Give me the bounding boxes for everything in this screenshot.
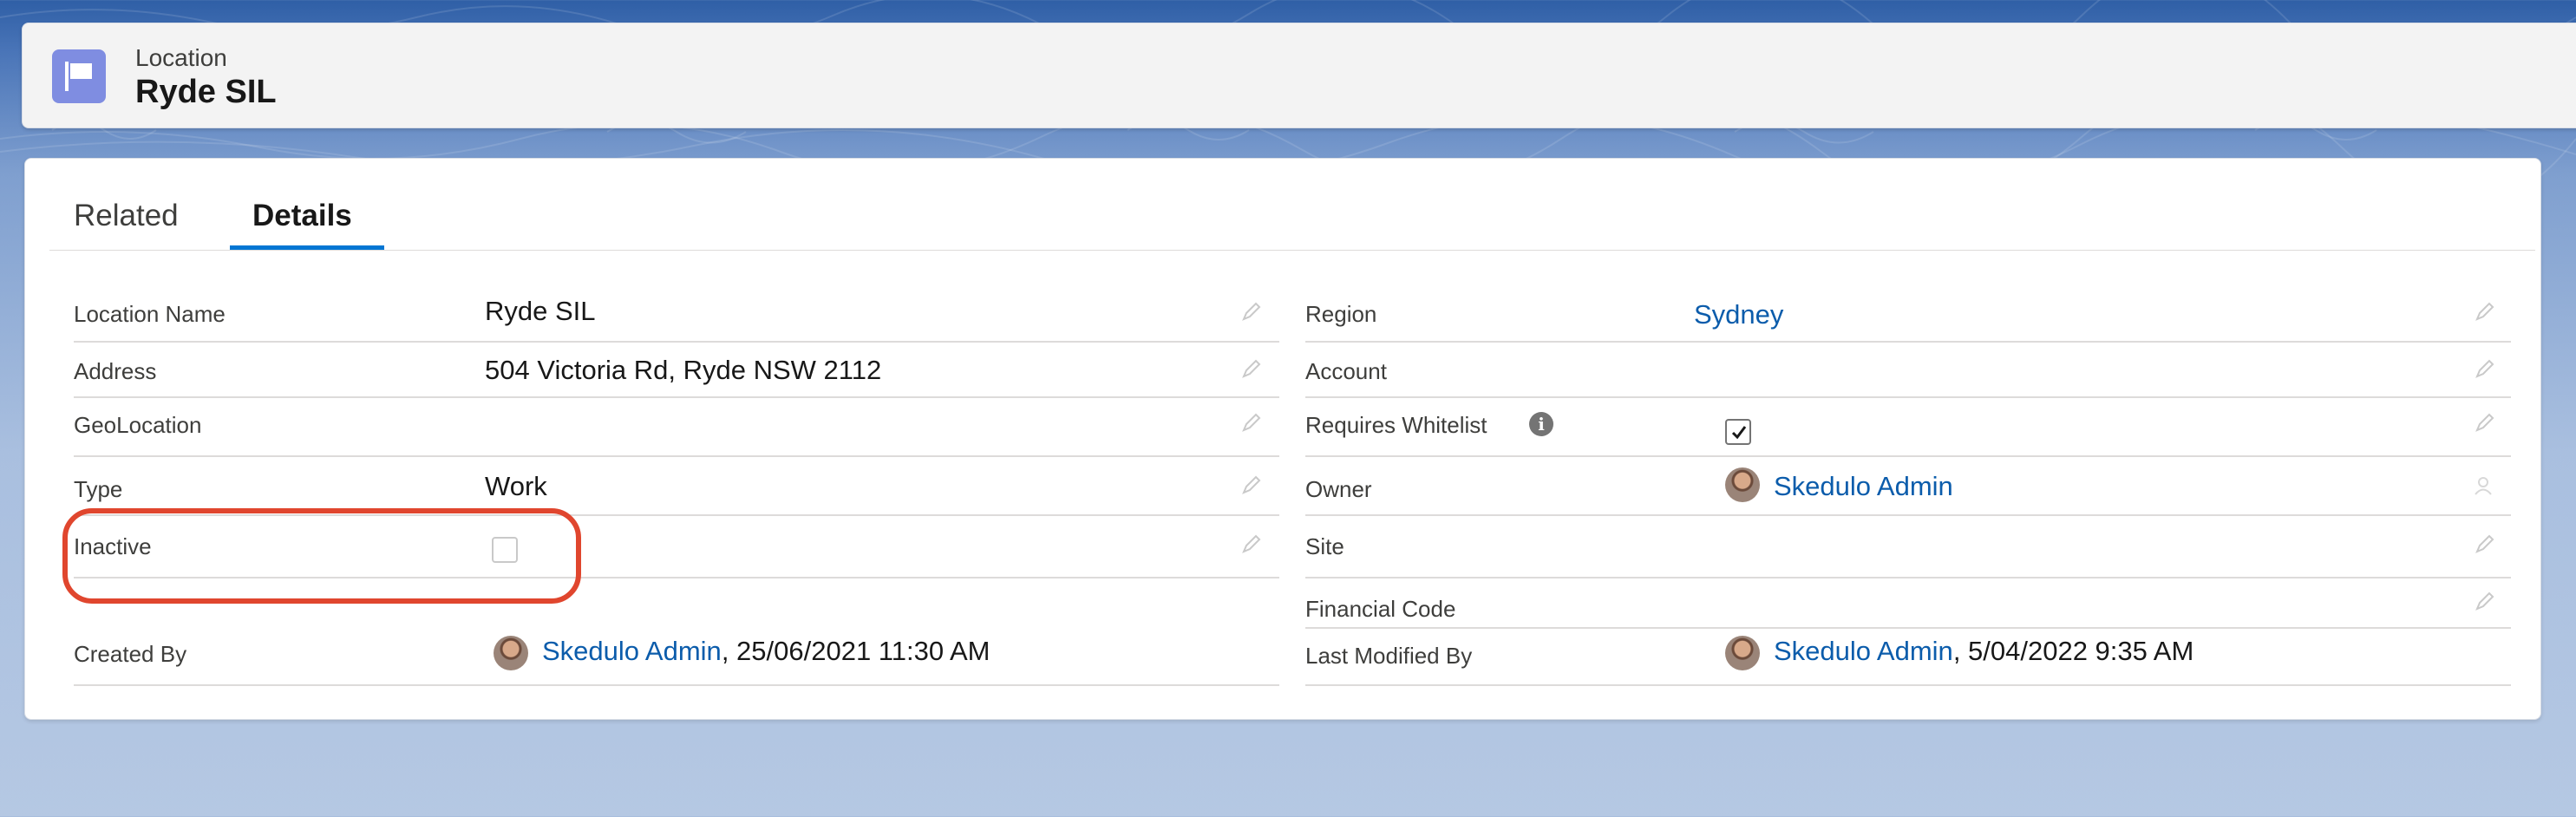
tab-related[interactable]: Related [74,199,179,233]
user-link[interactable]: Skedulo Admin [1774,636,1953,666]
edit-pencil-icon[interactable] [1239,412,1262,435]
edit-pencil-icon[interactable] [1239,533,1262,556]
edit-pencil-icon[interactable] [1239,474,1262,497]
highlight-annotation [62,508,581,604]
field-address: Address 504 Victoria Rd, Ryde NSW 2112 [74,344,1279,398]
field-label: Address [74,358,157,384]
field-label: Created By [74,641,187,667]
tabs-divider [49,250,2535,251]
record-header: Location Ryde SIL [22,23,2576,128]
user-link[interactable]: Skedulo Admin [542,636,722,666]
edit-pencil-icon[interactable] [2473,412,2495,435]
field-label: Site [1305,533,1344,559]
field-last-modified-by: Last Modified By Skedulo Admin, 5/04/202… [1305,631,2511,686]
edit-pencil-icon[interactable] [1239,301,1262,324]
edit-pencil-icon[interactable] [2473,533,2495,556]
field-label: GeoLocation [74,412,202,438]
object-label: Location [135,44,227,71]
field-financial-code: Financial Code [1305,580,2511,629]
field-account: Account [1305,344,2511,398]
field-label: Account [1305,358,1387,384]
field-owner: Owner Skedulo Admin [1305,459,2511,516]
field-location-name: Location Name Ryde SIL [74,285,1279,343]
field-label: Requires Whitelist [1305,412,1487,438]
avatar [494,636,528,670]
field-geolocation: GeoLocation [74,400,1279,457]
edit-pencil-icon[interactable] [2473,591,2495,613]
field-value: 504 Victoria Rd, Ryde NSW 2112 [485,355,882,385]
field-label: Type [74,476,123,502]
region-link[interactable]: Sydney [1694,299,1783,330]
field-label: Location Name [74,301,226,327]
details-panel: Related Details Location Name Ryde SIL A… [24,158,2541,720]
field-value: Work [485,471,547,501]
edit-pencil-icon[interactable] [1239,358,1262,381]
tab-details[interactable]: Details [252,199,352,233]
field-value: Ryde SIL [485,296,596,326]
field-site: Site [1305,518,2511,578]
avatar [1725,636,1760,670]
record-title: Ryde SIL [135,74,277,110]
field-region: Region Sydney [1305,285,2511,343]
field-created-by: Created By Skedulo Admin, 25/06/2021 11:… [74,624,1279,686]
field-label: Last Modified By [1305,643,1473,669]
edit-pencil-icon[interactable] [2473,358,2495,381]
change-owner-icon[interactable] [2473,474,2495,497]
avatar [1725,467,1760,502]
requires-whitelist-checkbox[interactable] [1725,419,1751,445]
field-requires-whitelist: Requires Whitelist i [1305,400,2511,457]
modified-date: , 5/04/2022 9:35 AM [1952,636,2194,666]
field-label: Financial Code [1305,596,1456,622]
info-icon[interactable]: i [1529,412,1553,436]
flag-icon [52,49,106,103]
user-link[interactable]: Skedulo Admin [1774,471,1953,501]
edit-pencil-icon[interactable] [2473,301,2495,324]
checkmark-icon [1731,426,1747,440]
created-date: , 25/06/2021 11:30 AM [721,636,991,666]
field-label: Owner [1305,476,1372,502]
field-label: Region [1305,301,1377,327]
